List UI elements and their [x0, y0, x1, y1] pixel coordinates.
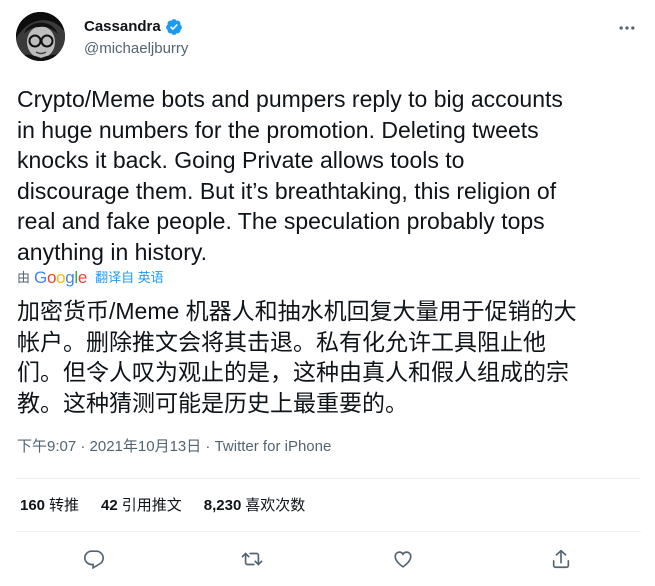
author-name-text[interactable]: Cassandra	[84, 18, 161, 36]
like-button[interactable]	[388, 544, 418, 574]
quotes-label: 引用推文	[121, 497, 182, 514]
retweets-count: 160	[20, 497, 46, 514]
likes-stat[interactable]: 8,230 喜欢次数	[204, 497, 306, 515]
action-bar	[16, 540, 641, 578]
author-handle[interactable]: @michaeljburry	[84, 40, 188, 58]
reply-button[interactable]	[79, 544, 109, 574]
translated-by-prefix: 由	[17, 270, 31, 285]
share-button[interactable]	[546, 544, 576, 574]
more-icon	[619, 26, 635, 30]
tweet-text: Crypto/Meme bots and pumpers reply to bi…	[17, 86, 563, 265]
translation-attribution: 由 Google 翻译自 英语	[17, 268, 164, 287]
retweets-label: 转推	[49, 497, 80, 514]
like-icon	[394, 551, 412, 568]
avatar[interactable]	[16, 12, 65, 61]
share-icon	[552, 549, 570, 569]
divider	[16, 531, 641, 532]
tweet: Cassandra @michaeljburry Crypto/Meme bot…	[0, 0, 655, 586]
likes-count: 8,230	[203, 497, 242, 514]
author-name[interactable]: Cassandra	[84, 18, 183, 36]
likes-label: 喜欢次数	[245, 497, 306, 514]
quotes-count: 42	[101, 497, 118, 514]
more-button[interactable]	[612, 16, 642, 40]
translated-tweet-text: 加密货币/Meme 机器人和抽水机回复大量用于促销的大 帐户。删除推文会将其击退…	[17, 298, 577, 416]
reply-icon	[84, 550, 104, 570]
retweets-stat[interactable]: 160 转推	[20, 497, 79, 515]
verified-badge-icon	[165, 19, 182, 35]
quotes-stat[interactable]: 42 引用推文	[101, 497, 182, 515]
retweet-button[interactable]	[237, 544, 267, 574]
divider	[16, 478, 641, 479]
tweet-timestamp[interactable]: 下午9:07 · 2021年10月13日 · Twitter for iPhon…	[17, 438, 331, 456]
engagement-stats: 160 转推 42 引用推文 8,230 喜欢次数	[20, 497, 305, 515]
avatar-image	[16, 12, 65, 61]
retweet-icon	[241, 552, 263, 566]
translated-from-link[interactable]: 翻译自 英语	[95, 270, 164, 286]
google-logo: Google	[34, 268, 88, 287]
